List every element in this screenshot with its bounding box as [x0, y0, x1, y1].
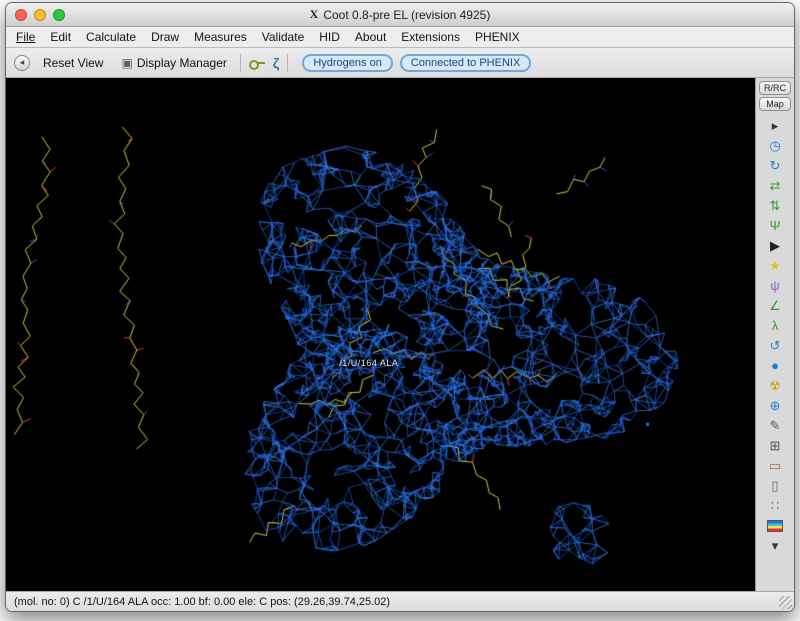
- menu-calculate[interactable]: Calculate: [86, 30, 136, 44]
- play-icon[interactable]: ▶: [763, 236, 787, 255]
- menu-file[interactable]: File: [16, 30, 35, 44]
- add-box-icon[interactable]: ⊞: [763, 436, 787, 455]
- x11-icon: X: [310, 7, 319, 22]
- axes-icon[interactable]: ⊕: [763, 396, 787, 415]
- menu-validate[interactable]: Validate: [262, 30, 304, 44]
- right-sidebar: R/RC Map ▸◷↻⇄⇅Ψ▶★ψ∠λ↺●☢⊕✎⊞▭▯∷ ▾: [756, 78, 794, 591]
- hydrogens-toggle[interactable]: Hydrogens on: [302, 54, 393, 72]
- undo-stack-icon[interactable]: ∷: [763, 496, 787, 515]
- sidebar-icon-strip: ▸◷↻⇄⇅Ψ▶★ψ∠λ↺●☢⊕✎⊞▭▯∷ ▾: [763, 116, 787, 555]
- menu-about[interactable]: About: [355, 30, 386, 44]
- window-title: X Coot 0.8-pre EL (revision 4925): [310, 7, 491, 22]
- radiation-icon[interactable]: ☢: [763, 376, 787, 395]
- map-button[interactable]: Map: [759, 97, 791, 111]
- toolbar: ◂ Reset View ▣ Display Manager ζ Hydroge…: [6, 48, 794, 78]
- refresh-icon[interactable]: ↻: [763, 156, 787, 175]
- menu-measures[interactable]: Measures: [194, 30, 247, 44]
- clock-icon[interactable]: ◷: [763, 136, 787, 155]
- reset-view-label: Reset View: [43, 56, 103, 70]
- map-colors-icon: [767, 520, 783, 532]
- toolbar-arrow-icon[interactable]: ▸: [763, 116, 787, 135]
- display-manager-label: Display Manager: [137, 56, 227, 70]
- menu-phenix[interactable]: PHENIX: [475, 30, 520, 44]
- angle-icon[interactable]: ∠: [763, 296, 787, 315]
- menu-edit[interactable]: Edit: [50, 30, 71, 44]
- title-bar[interactable]: X Coot 0.8-pre EL (revision 4925): [6, 3, 794, 27]
- rrc-button[interactable]: R/RC: [759, 81, 791, 95]
- rotamer-icon[interactable]: Ψ: [763, 216, 787, 235]
- coot-window: X Coot 0.8-pre EL (revision 4925) File Ed…: [5, 2, 795, 612]
- molecule-viewport[interactable]: /1/U/164 ALA: [6, 78, 756, 591]
- swap-arrows-icon[interactable]: ⇄: [763, 176, 787, 195]
- density-mesh-canvas[interactable]: [6, 78, 755, 591]
- phenix-connection-badge[interactable]: Connected to PHENIX: [400, 54, 531, 72]
- zoom-button[interactable]: [53, 9, 65, 21]
- toolbar-collapse-button[interactable]: ◂: [14, 55, 30, 71]
- display-manager-button[interactable]: ▣ Display Manager: [116, 54, 231, 72]
- display-manager-icon: ▣: [121, 56, 132, 70]
- toolbar-separator: [287, 54, 288, 72]
- menu-extensions[interactable]: Extensions: [401, 30, 460, 44]
- reset-view-button[interactable]: Reset View: [38, 54, 108, 72]
- ligand-icon[interactable]: ζ: [273, 55, 279, 71]
- window-title-text: Coot 0.8-pre EL (revision 4925): [323, 8, 490, 22]
- eraser-icon[interactable]: ▭: [763, 456, 787, 475]
- scroll-down-icon[interactable]: ▾: [763, 536, 787, 555]
- toolbar-separator: [240, 54, 241, 72]
- torsion-icon[interactable]: ψ: [763, 276, 787, 295]
- minimize-button[interactable]: [34, 9, 46, 21]
- map-colors-icon[interactable]: [763, 516, 787, 535]
- key-icon[interactable]: [249, 59, 265, 67]
- pencil-icon[interactable]: ✎: [763, 416, 787, 435]
- trash-icon[interactable]: ▯: [763, 476, 787, 495]
- water-icon[interactable]: ●: [763, 356, 787, 375]
- resize-grip[interactable]: [779, 596, 792, 609]
- sparkle-icon[interactable]: ★: [763, 256, 787, 275]
- menu-hid[interactable]: HID: [319, 30, 340, 44]
- close-button[interactable]: [15, 9, 27, 21]
- bond-icon[interactable]: λ: [763, 316, 787, 335]
- status-text: (mol. no: 0) C /1/U/164 ALA occ: 1.00 bf…: [14, 596, 390, 608]
- status-bar: (mol. no: 0) C /1/U/164 ALA occ: 1.00 bf…: [6, 591, 794, 611]
- menu-bar: File Edit Calculate Draw Measures Validate HID…: [6, 27, 794, 48]
- up-down-arrows-icon[interactable]: ⇅: [763, 196, 787, 215]
- flip-icon[interactable]: ↺: [763, 336, 787, 355]
- menu-draw[interactable]: Draw: [151, 30, 179, 44]
